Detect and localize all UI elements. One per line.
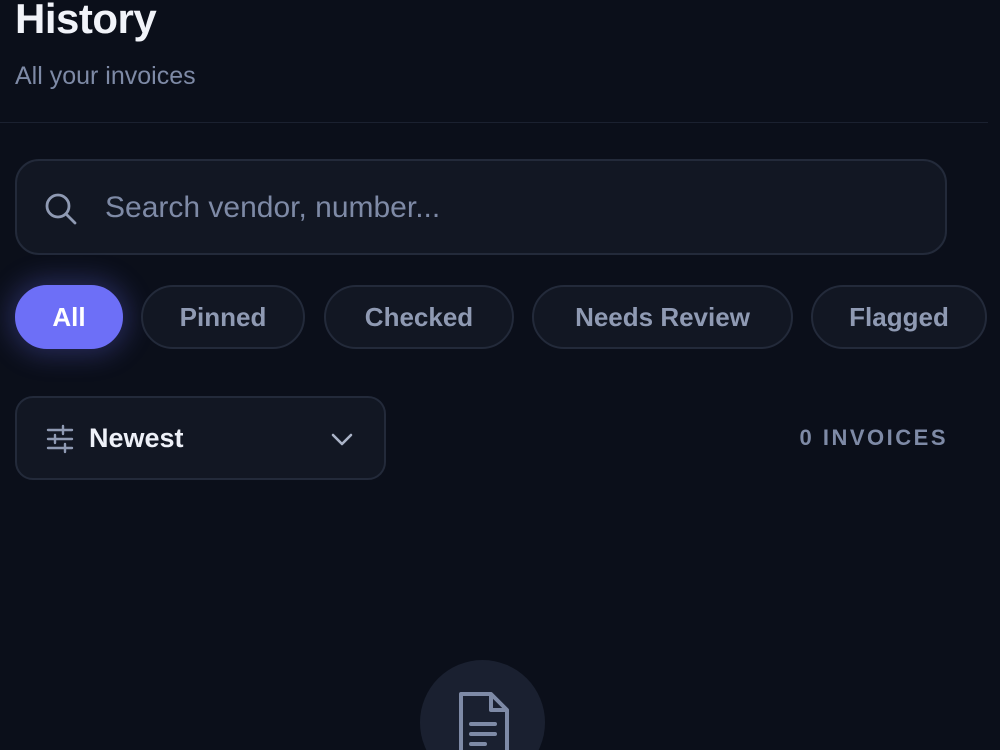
history-page: History All your invoices All Pinned Che…: [0, 0, 1000, 750]
page-subtitle: All your invoices: [15, 62, 196, 90]
filter-chip-pinned[interactable]: Pinned: [141, 285, 305, 349]
search-bar[interactable]: [15, 159, 947, 255]
invoice-count: 0 INVOICES: [799, 425, 948, 450]
filter-chips: All Pinned Checked Needs Review Flagged: [0, 284, 988, 352]
filter-chip-checked[interactable]: Checked: [324, 285, 514, 349]
page-title: History: [15, 0, 157, 42]
search-input[interactable]: [105, 183, 925, 233]
filter-chip-needs-review[interactable]: Needs Review: [532, 285, 793, 349]
document-icon: [459, 692, 509, 750]
filter-chip-flagged[interactable]: Flagged: [811, 285, 987, 349]
empty-state-badge: [420, 660, 545, 750]
filter-chip-all[interactable]: All: [15, 285, 123, 349]
page-header: History All your invoices: [0, 0, 988, 123]
search-icon: [45, 193, 77, 225]
chevron-down-icon: [331, 433, 353, 446]
sort-selected-value: Newest: [89, 423, 184, 453]
sort-dropdown[interactable]: Newest: [15, 396, 386, 480]
sliders-icon: [46, 424, 74, 454]
